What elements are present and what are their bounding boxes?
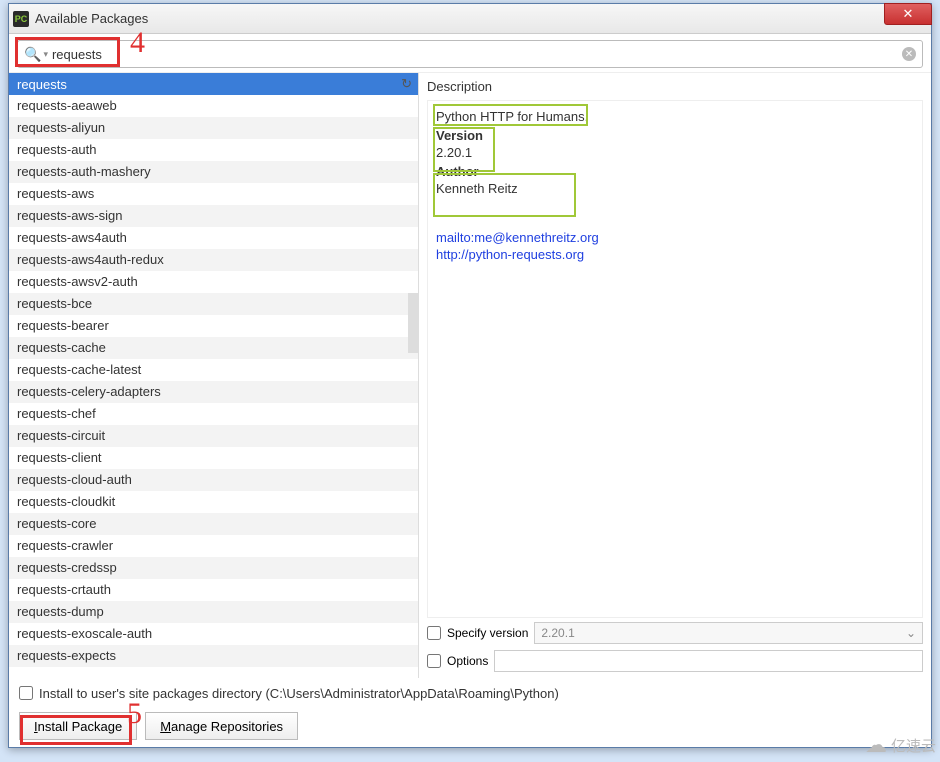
version-label: Version [436,128,914,143]
specify-version-label: Specify version [447,626,528,640]
window-title: Available Packages [35,11,148,26]
description-panel: Description Python HTTP for Humans. Vers… [419,73,931,678]
annotation-box [433,104,588,126]
mailto-link[interactable]: mailto:me@kennethreitz.org [436,230,914,245]
user-site-row: Install to user's site packages director… [19,682,921,704]
list-item[interactable]: requests-bearer [9,315,418,337]
package-list[interactable]: requests↻requests-aeawebrequests-aliyunr… [9,73,418,678]
list-item[interactable]: requests-aliyun [9,117,418,139]
list-item[interactable]: requests-exoscale-auth [9,623,418,645]
bottom-panel: Install to user's site packages director… [9,678,931,744]
user-site-label: Install to user's site packages director… [39,686,559,701]
options-row: Options [427,646,923,674]
list-item[interactable]: requests-cache [9,337,418,359]
button-row: Install Package Manage Repositories [19,712,921,740]
list-item[interactable]: requests-expects [9,645,418,667]
description-body: Python HTTP for Humans. Version 2.20.1 A… [427,100,923,618]
list-item[interactable]: requests-crawler [9,535,418,557]
dialog-window: PC Available Packages ✕ 🔍 ▾ ✕ requests↻r… [8,3,932,748]
list-item[interactable]: requests-aws-sign [9,205,418,227]
list-item[interactable]: requests-client [9,447,418,469]
options-checkbox[interactable] [427,654,441,668]
list-item[interactable]: requests↻ [9,73,418,95]
homepage-link[interactable]: http://python-requests.org [436,247,914,262]
description-header: Description [427,77,923,100]
dialog-body: requests↻requests-aeawebrequests-aliyunr… [9,72,931,678]
search-bar: 🔍 ▾ ✕ [17,40,923,68]
list-item[interactable]: requests-aws4auth-redux [9,249,418,271]
options-label: Options [447,654,488,668]
list-item[interactable]: requests-credssp [9,557,418,579]
list-item[interactable]: requests-aws4auth [9,227,418,249]
refresh-icon[interactable]: ↻ [401,76,412,92]
annotation-box [433,127,495,172]
list-item[interactable]: requests-celery-adapters [9,381,418,403]
close-button[interactable]: ✕ [884,3,932,25]
list-item[interactable]: requests-cloud-auth [9,469,418,491]
title-bar: PC Available Packages ✕ [9,4,931,34]
specify-version-checkbox[interactable] [427,626,441,640]
options-input[interactable] [494,650,923,672]
scrollbar-thumb[interactable] [408,293,418,353]
clear-search-icon[interactable]: ✕ [902,47,916,61]
list-item[interactable]: requests-chef [9,403,418,425]
search-icon: 🔍 [24,46,41,63]
list-item[interactable]: requests-bce [9,293,418,315]
search-input[interactable] [52,47,902,62]
specify-version-row: Specify version 2.20.1 [427,618,923,646]
list-item[interactable]: requests-cloudkit [9,491,418,513]
list-item[interactable]: requests-dump [9,601,418,623]
app-icon: PC [13,11,29,27]
list-item[interactable]: requests-circuit [9,425,418,447]
search-dropdown-icon[interactable]: ▾ [43,49,48,60]
install-package-button[interactable]: Install Package [19,712,137,740]
annotation-box [433,173,576,217]
list-item[interactable]: requests-aeaweb [9,95,418,117]
package-version: 2.20.1 [436,145,914,160]
list-item[interactable]: requests-core [9,513,418,535]
package-list-panel: requests↻requests-aeawebrequests-aliyunr… [9,73,419,678]
list-item[interactable]: requests-aws [9,183,418,205]
list-item[interactable]: requests-auth-mashery [9,161,418,183]
list-item[interactable]: requests-auth [9,139,418,161]
manage-repositories-button[interactable]: Manage Repositories [145,712,298,740]
list-item[interactable]: requests-awsv2-auth [9,271,418,293]
version-select[interactable]: 2.20.1 [534,622,923,644]
list-item[interactable]: requests-cache-latest [9,359,418,381]
list-item[interactable]: requests-crtauth [9,579,418,601]
user-site-checkbox[interactable] [19,686,33,700]
